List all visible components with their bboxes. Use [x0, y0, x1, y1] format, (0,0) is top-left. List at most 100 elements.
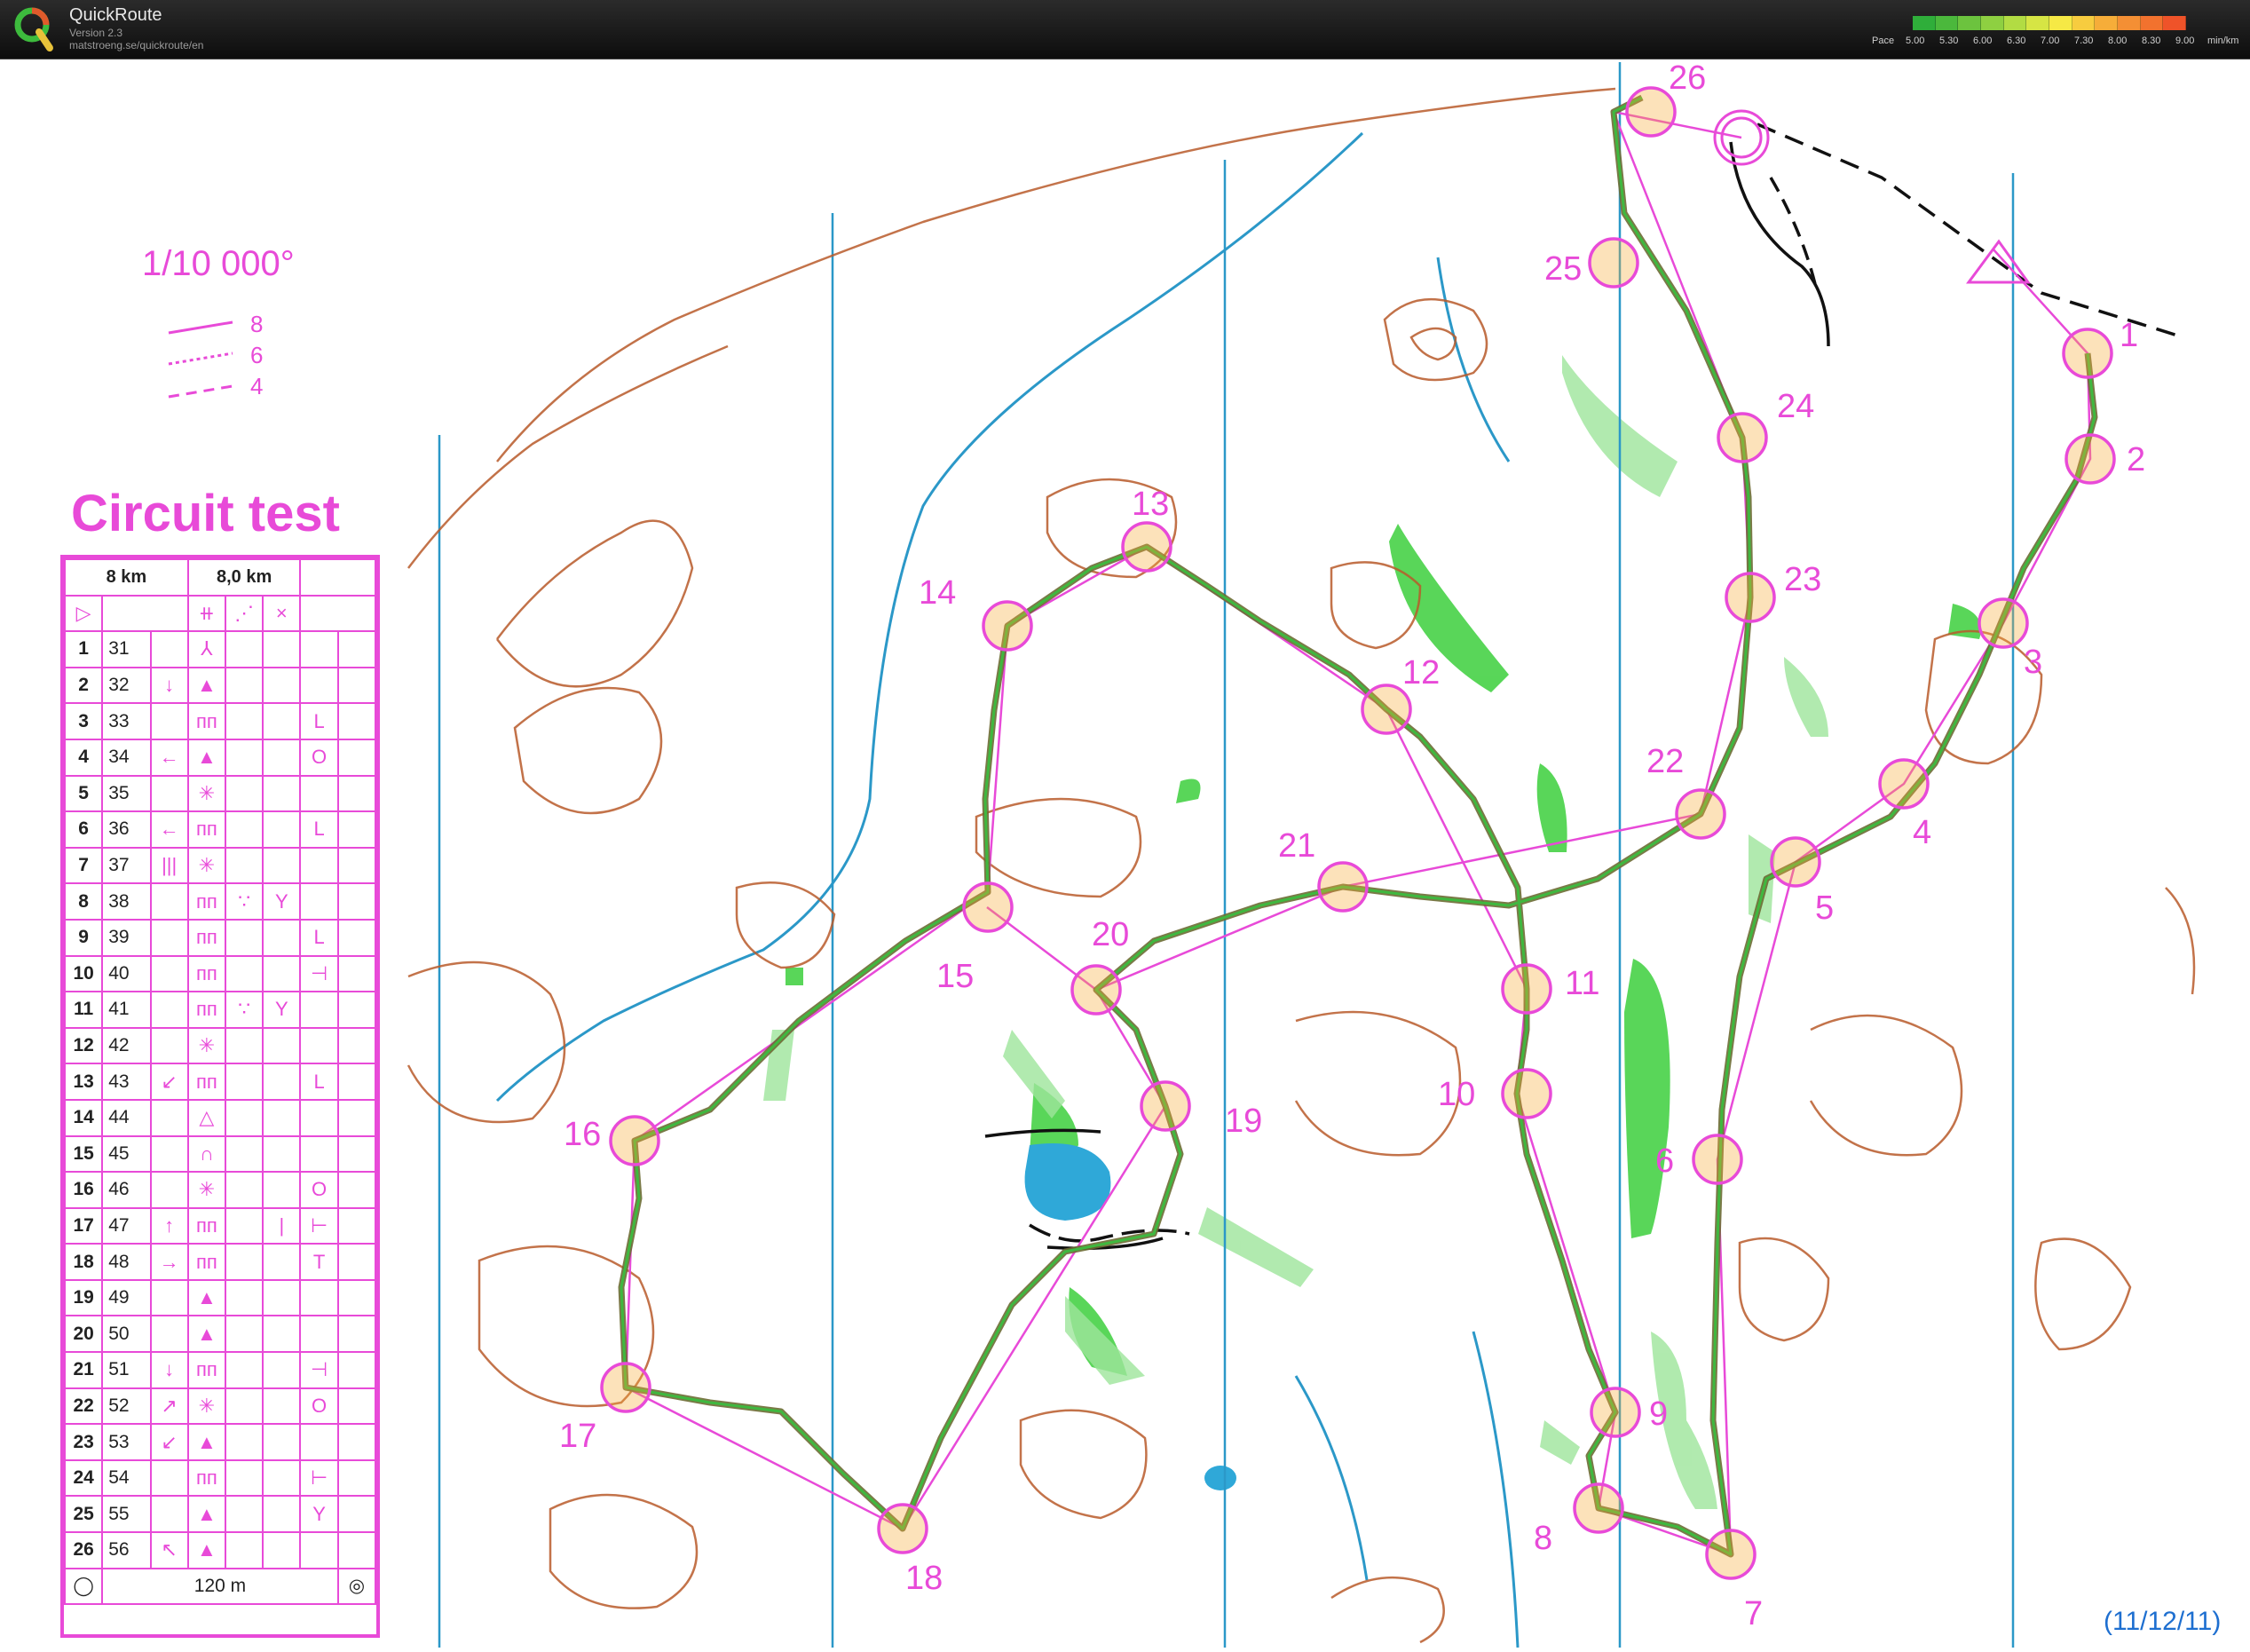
feature-symbol: ▲ — [186, 666, 227, 705]
pace-color-cell — [2095, 16, 2119, 30]
pace-color-cell — [2140, 16, 2164, 30]
detail-symbol: Y — [262, 882, 302, 921]
finish-distance: 120 m — [101, 1567, 339, 1606]
other-symbol — [336, 810, 377, 849]
detail-symbol — [262, 1278, 302, 1317]
detail-symbol — [262, 738, 302, 777]
control-code: 43 — [101, 1063, 152, 1101]
description-row: 21 51 ↓ ᴨᴨ ⊣ — [63, 1351, 377, 1389]
control-number: 5 — [63, 774, 104, 813]
control-number-label: 4 — [1913, 814, 1931, 851]
description-row: 11 41 ᴨᴨ ∵ Y — [63, 991, 377, 1029]
pace-tick: 8.00 — [2108, 36, 2128, 46]
appearance-symbol — [224, 738, 264, 777]
pace-color-cell — [2163, 16, 2187, 30]
detail-symbol — [262, 702, 302, 740]
app-url[interactable]: matstroeng.se/quickroute/en — [69, 39, 203, 51]
detail-symbol — [262, 630, 302, 668]
control-code: 51 — [101, 1351, 152, 1389]
direction-symbol — [149, 774, 189, 813]
control-number: 10 — [63, 954, 104, 993]
other-symbol — [336, 1243, 377, 1281]
description-row: 16 46 ✳ O — [63, 1171, 377, 1209]
control-number: 15 — [63, 1134, 104, 1174]
detail-symbol — [262, 1423, 302, 1461]
course-title: Circuit test — [71, 485, 340, 542]
detail-symbol — [262, 1243, 302, 1281]
control-number: 14 — [63, 1098, 104, 1137]
pace-color-cell — [2072, 16, 2096, 30]
description-row: 9 39 ᴨᴨ L — [63, 918, 377, 957]
control-number-label: 25 — [1544, 250, 1582, 288]
description-row: 25 55 ▲ Y — [63, 1495, 377, 1534]
description-finish-row: ◯ 120 m ◎ — [63, 1567, 377, 1606]
control-number: 12 — [63, 1026, 104, 1065]
detail-symbol — [262, 1387, 302, 1426]
feature-symbol: △ — [186, 1098, 227, 1137]
control-code: 53 — [101, 1423, 152, 1461]
control-circle — [877, 1503, 928, 1554]
control-code: 47 — [101, 1206, 152, 1245]
control-number-label: 23 — [1784, 561, 1821, 598]
control-code: 54 — [101, 1458, 152, 1498]
direction-symbol — [149, 954, 189, 993]
pace-color-cell — [2003, 16, 2027, 30]
control-number: 22 — [63, 1387, 104, 1426]
feature-symbol: ᴨᴨ — [186, 991, 227, 1029]
control-circle — [1725, 572, 1776, 623]
appearance-symbol: ∵ — [224, 882, 264, 921]
appearance-symbol — [224, 774, 264, 813]
direction-symbol — [149, 1458, 189, 1498]
feature-symbol: ✳ — [186, 1026, 227, 1065]
location-symbol — [299, 846, 339, 885]
pace-tick: 6.30 — [2007, 36, 2026, 46]
location-symbol — [299, 1098, 339, 1137]
appearance-symbol — [224, 810, 264, 849]
finish-start-circle-icon: ◯ — [63, 1567, 104, 1606]
control-code: 36 — [101, 810, 152, 849]
other-symbol — [336, 1063, 377, 1101]
description-row: 19 49 ▲ — [63, 1278, 377, 1317]
control-number: 20 — [63, 1315, 104, 1354]
other-symbol — [336, 918, 377, 957]
direction-symbol — [149, 918, 189, 957]
location-symbol — [299, 630, 339, 668]
control-number: 8 — [63, 882, 104, 921]
control-circle — [1625, 86, 1677, 138]
direction-symbol: ↙ — [149, 1063, 189, 1101]
direction-symbol: ↓ — [149, 666, 189, 705]
control-number: 13 — [63, 1063, 104, 1101]
location-symbol: L — [299, 1063, 339, 1101]
vegetation-areas — [786, 524, 1981, 1376]
control-number-label: 6 — [1655, 1142, 1674, 1180]
control-number-label: 16 — [564, 1116, 601, 1153]
description-row: 6 36 ← ᴨᴨ L — [63, 810, 377, 849]
pace-tick: 5.00 — [1906, 36, 1925, 46]
control-circle — [1573, 1482, 1624, 1534]
start-triangle-icon: ▷ — [63, 594, 104, 633]
control-circle — [609, 1115, 660, 1166]
appearance-symbol — [224, 1026, 264, 1065]
location-symbol — [299, 1278, 339, 1317]
description-row: 20 50 ▲ — [63, 1315, 377, 1354]
pace-tick: 5.30 — [1939, 36, 1959, 46]
description-row: 10 40 ᴨᴨ ⊣ — [63, 954, 377, 993]
appearance-symbol — [224, 1351, 264, 1389]
direction-symbol — [149, 702, 189, 740]
direction-symbol — [149, 1026, 189, 1065]
course-lines — [624, 110, 2092, 1556]
feature-symbol: ⅄ — [186, 630, 227, 668]
control-code: 40 — [101, 954, 152, 993]
detail-symbol: | — [262, 1206, 302, 1245]
detail-symbol — [262, 666, 302, 705]
direction-symbol: ← — [149, 810, 189, 849]
detail-symbol — [262, 1458, 302, 1498]
control-number: 19 — [63, 1278, 104, 1317]
location-symbol — [299, 1026, 339, 1065]
appearance-symbol — [224, 954, 264, 993]
description-row: 23 53 ↙ ▲ — [63, 1423, 377, 1461]
other-symbol — [336, 991, 377, 1029]
control-number-label: 20 — [1092, 916, 1129, 953]
feature-symbol: ᴨᴨ — [186, 1351, 227, 1389]
control-circle — [1978, 597, 2029, 649]
